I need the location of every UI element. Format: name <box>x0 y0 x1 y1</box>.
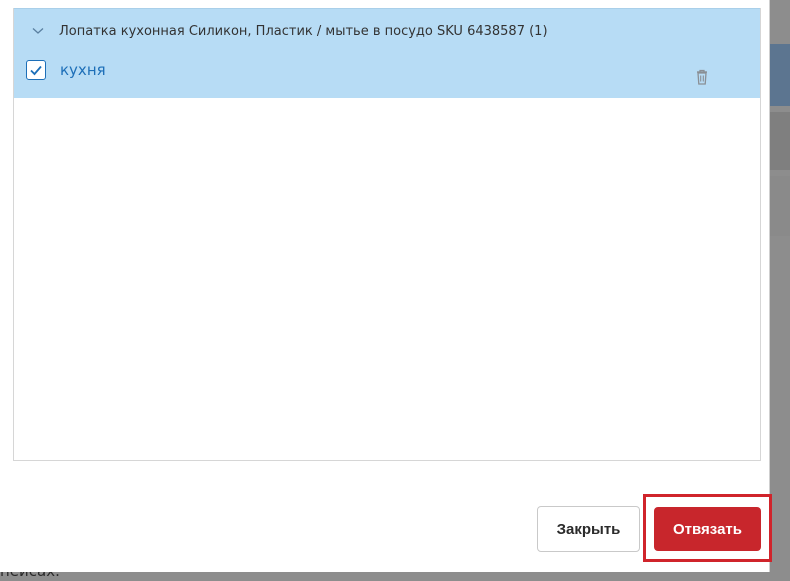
item-label: кухня <box>60 61 106 79</box>
list-item: кухня <box>14 53 760 99</box>
trash-icon[interactable] <box>694 68 710 86</box>
linked-items-list: Лопатка кухонная Силикон, Пластик / мыть… <box>13 8 761 461</box>
unlink-button[interactable]: Отвязать <box>654 507 761 551</box>
background-panel-strip <box>770 112 790 170</box>
background-panel-strip <box>770 44 790 106</box>
background-panel-strip <box>770 176 790 236</box>
chevron-down-icon[interactable] <box>31 24 45 38</box>
check-icon <box>30 65 42 76</box>
product-group-title: Лопатка кухонная Силикон, Пластик / мыть… <box>59 23 548 39</box>
product-group-header[interactable]: Лопатка кухонная Силикон, Пластик / мыть… <box>14 9 760 53</box>
close-button[interactable]: Закрыть <box>537 506 640 552</box>
item-checkbox[interactable] <box>26 60 46 80</box>
product-group: Лопатка кухонная Силикон, Пластик / мыть… <box>14 8 760 98</box>
unlink-dialog: Лопатка кухонная Силикон, Пластик / мыть… <box>0 0 770 572</box>
